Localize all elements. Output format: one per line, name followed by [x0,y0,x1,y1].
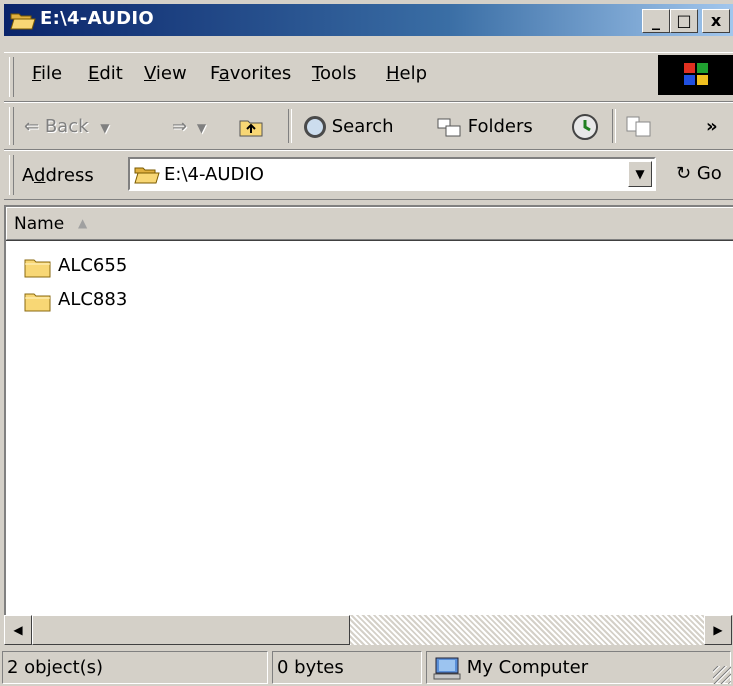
menu-file[interactable]: File [32,63,62,84]
back-dropdown-icon[interactable]: ▼ [100,121,109,135]
sort-ascending-icon: ▲ [78,216,88,230]
history-button[interactable] [570,111,600,143]
standard-toolbar: ⇐ Back ▼ ⇒ ▼ Search Folders » [4,102,733,150]
status-location-label: My Computer [466,657,589,678]
up-folder-icon [239,120,263,137]
move-to-button[interactable] [624,111,654,143]
menu-bar: File Edit View Favorites Tools Help [4,52,733,102]
menu-grip[interactable] [9,57,14,97]
status-location: My Computer [426,651,731,684]
menu-tools[interactable]: Tools [312,63,356,84]
scroll-right-button[interactable]: ▶ [704,615,732,645]
windows-logo-icon [658,55,733,95]
open-folder-icon [10,13,36,30]
back-button[interactable]: ⇐ Back ▼ [24,111,110,143]
my-computer-icon [433,657,461,680]
item-name: ALC655 [58,255,128,276]
explorer-window: E:\4-AUDIO _ □ x File Edit View Favorite… [0,0,733,686]
forward-dropdown-icon[interactable]: ▼ [197,121,206,135]
search-icon [304,116,326,138]
forward-arrow-icon: ⇒ [172,116,188,137]
back-arrow-icon: ⇐ [24,116,40,137]
maximize-button[interactable]: □ [670,9,698,33]
file-list[interactable]: Name ▲ ALC655 ALC883 [4,205,733,615]
toolbar-separator [288,109,292,143]
go-label: Go [696,163,722,184]
menu-view[interactable]: View [144,63,187,84]
folder-icon [24,259,51,278]
folders-icon [437,118,461,137]
column-header-name[interactable]: Name ▲ [6,207,733,241]
search-label: Search [331,116,394,137]
menu-favorites[interactable]: Favorites [210,63,291,84]
status-objects: 2 object(s) [2,651,268,684]
resize-grip[interactable] [713,666,731,684]
menu-edit[interactable]: Edit [88,63,123,84]
status-size: 0 bytes [272,651,422,684]
folders-label: Folders [467,116,533,137]
minimize-button[interactable]: _ [642,9,670,33]
address-input[interactable]: E:\4-AUDIO ▼ [128,157,656,191]
address-bar: Address E:\4-AUDIO ▼ ↻ Go [4,150,733,200]
folders-button[interactable]: Folders [436,111,533,143]
address-label: Address [22,165,94,186]
address-dropdown-button[interactable]: ▼ [628,161,652,187]
status-bar: 2 object(s) 0 bytes My Computer [0,649,733,686]
item-name: ALC883 [58,289,128,310]
column-name-label: Name [14,214,65,234]
scroll-thumb[interactable] [32,615,350,645]
move-to-icon [626,116,651,137]
menu-help[interactable]: Help [386,63,427,84]
history-icon [572,114,598,140]
title-bar[interactable]: E:\4-AUDIO _ □ x [4,4,733,36]
folder-icon [24,293,51,312]
address-value: E:\4-AUDIO [164,164,264,185]
up-folder-button[interactable] [238,111,264,143]
toolbar-separator-2 [612,109,616,143]
address-grip[interactable] [9,155,14,195]
horizontal-scrollbar[interactable]: ◀ ▶ [4,615,733,645]
toolbar-grip[interactable] [9,107,14,145]
forward-button[interactable]: ⇒ ▼ [172,111,206,143]
window-title: E:\4-AUDIO [40,8,154,29]
search-button[interactable]: Search [304,111,394,143]
open-folder-icon [134,167,160,184]
scroll-left-button[interactable]: ◀ [4,615,32,645]
go-arrow-icon: ↻ [676,163,692,184]
go-button[interactable]: ↻ Go [676,163,722,184]
close-button[interactable]: x [702,9,730,33]
back-label: Back [44,116,89,137]
toolbar-overflow-button[interactable]: » [706,111,718,143]
